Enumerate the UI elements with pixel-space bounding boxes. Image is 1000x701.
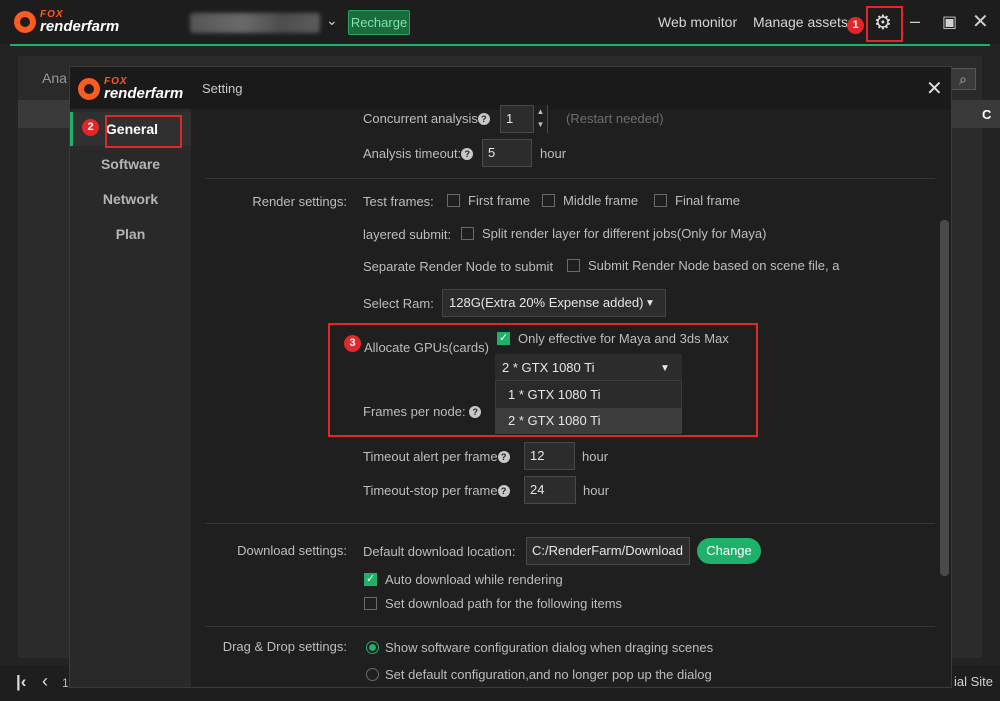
analysis-timeout-label: Analysis timeout:? bbox=[363, 146, 474, 161]
auto-download-label: Auto download while rendering bbox=[385, 572, 563, 587]
first-page-icon[interactable]: |‹ bbox=[16, 672, 26, 692]
account-name-blurred[interactable] bbox=[190, 13, 320, 33]
show-dialog-label: Show software configuration dialog when … bbox=[385, 640, 714, 655]
gpu-dropdown-list: 1 * GTX 1080 Ti 2 * GTX 1080 Ti bbox=[495, 380, 682, 434]
recharge-button[interactable]: Recharge bbox=[348, 10, 410, 35]
sidebar-item-network[interactable]: Network bbox=[70, 182, 191, 216]
dialog-title: Setting bbox=[202, 81, 243, 96]
help-icon[interactable]: ? bbox=[461, 148, 474, 160]
restart-needed-note: (Restart needed) bbox=[566, 111, 664, 126]
download-settings-label: Download settings: bbox=[237, 543, 347, 558]
render-settings-label: Render settings: bbox=[252, 194, 347, 209]
show-dialog-radio[interactable] bbox=[366, 641, 379, 654]
background-column-header: C bbox=[982, 107, 992, 122]
ram-select-value: 128G(Extra 20% Expense added) bbox=[449, 295, 644, 310]
final-frame-checkbox[interactable] bbox=[654, 194, 667, 207]
analysis-timeout-input[interactable]: 5 bbox=[482, 139, 532, 167]
timeout-alert-unit: hour bbox=[582, 449, 609, 464]
change-location-button[interactable]: Change bbox=[697, 538, 761, 564]
official-site-link[interactable]: ial Site bbox=[954, 674, 993, 689]
gpu-select-value: 2 * GTX 1080 Ti bbox=[502, 360, 595, 375]
concurrent-analysis-label: Concurrent analysis? bbox=[363, 111, 490, 126]
chevron-down-icon[interactable]: ⌄ bbox=[326, 12, 338, 29]
logo-mark-icon bbox=[14, 11, 36, 33]
gpu-effective-checkbox[interactable] bbox=[497, 331, 510, 345]
layered-submit-checkbox[interactable] bbox=[461, 227, 474, 240]
download-location-input[interactable]: C:/RenderFarm/Download bbox=[526, 537, 690, 565]
dialog-close-icon[interactable]: ✕ bbox=[926, 76, 943, 101]
sidebar-item-plan[interactable]: Plan bbox=[70, 217, 191, 251]
search-icon[interactable]: ⌕ bbox=[950, 68, 976, 90]
help-icon[interactable]: ? bbox=[477, 113, 490, 125]
middle-frame-checkbox[interactable] bbox=[542, 194, 555, 207]
background-tab-analysis[interactable]: Ana bbox=[42, 70, 67, 86]
step-badge-2: 2 bbox=[82, 119, 99, 136]
settings-scrollbar[interactable] bbox=[940, 220, 949, 576]
minimize-icon[interactable]: – bbox=[910, 11, 920, 32]
settings-sidebar: General Software Network Plan bbox=[70, 109, 191, 687]
allocate-gpus-label: Allocate GPUs(cards) bbox=[364, 340, 489, 355]
web-monitor-link[interactable]: Web monitor bbox=[658, 14, 737, 30]
dialog-header: FOX renderfarm Setting ✕ bbox=[70, 67, 951, 109]
middle-frame-label: Middle frame bbox=[563, 193, 639, 208]
sidebar-item-software[interactable]: Software bbox=[70, 147, 191, 181]
gpu-option[interactable]: 1 * GTX 1080 Ti bbox=[496, 382, 681, 408]
gear-icon[interactable]: ⚙ bbox=[874, 10, 892, 35]
separate-render-node-checkbox[interactable] bbox=[567, 259, 580, 272]
logo-renderfarm-text: renderfarm bbox=[104, 85, 184, 102]
dragdrop-settings-label: Drag & Drop settings: bbox=[222, 639, 347, 654]
frames-per-node-label: Frames per node: ? bbox=[363, 404, 482, 419]
app-logo: FOX renderfarm bbox=[14, 10, 119, 34]
set-download-path-label: Set download path for the following item… bbox=[385, 596, 623, 611]
gpu-option-selected[interactable]: 2 * GTX 1080 Ti bbox=[496, 408, 681, 434]
divider bbox=[205, 523, 935, 524]
step-badge-3: 3 bbox=[344, 335, 361, 352]
previous-page-icon[interactable]: ‹ bbox=[42, 671, 48, 692]
maximize-icon[interactable]: ▣ bbox=[942, 12, 957, 32]
general-highlight-box bbox=[105, 115, 182, 148]
gpu-effective-note: Only effective for Maya and 3ds Max bbox=[518, 331, 729, 346]
timeout-stop-input[interactable]: 24 bbox=[524, 476, 576, 504]
dialog-logo: FOX renderfarm bbox=[78, 77, 183, 101]
ram-select[interactable]: 128G(Extra 20% Expense added) bbox=[442, 289, 666, 317]
help-icon[interactable]: ? bbox=[469, 406, 482, 418]
timeout-stop-unit: hour bbox=[583, 483, 610, 498]
page-number: 1 bbox=[62, 676, 69, 690]
logo-renderfarm-text: renderfarm bbox=[40, 18, 120, 35]
layered-submit-label: layered submit: bbox=[363, 227, 452, 242]
chevron-down-icon[interactable]: ▼ bbox=[645, 298, 655, 309]
download-location-label: Default download location: bbox=[363, 544, 516, 559]
analysis-timeout-unit: hour bbox=[540, 146, 567, 161]
timeout-alert-label: Timeout alert per frame? bbox=[363, 449, 510, 464]
logo-mark-icon bbox=[78, 78, 100, 100]
divider bbox=[205, 178, 935, 179]
set-download-path-checkbox[interactable] bbox=[364, 597, 377, 610]
timeout-stop-label: Timeout-stop per frame? bbox=[363, 483, 510, 498]
divider bbox=[205, 626, 935, 627]
first-frame-checkbox[interactable] bbox=[447, 194, 460, 207]
set-default-label: Set default configuration,and no longer … bbox=[385, 667, 712, 682]
final-frame-label: Final frame bbox=[675, 193, 741, 208]
first-frame-label: First frame bbox=[468, 193, 531, 208]
timeout-alert-input[interactable]: 12 bbox=[524, 442, 575, 470]
set-default-radio[interactable] bbox=[366, 668, 379, 681]
auto-download-checkbox[interactable] bbox=[364, 572, 377, 586]
separate-render-node-label: Separate Render Node to submit bbox=[363, 259, 554, 274]
app-window: FOX renderfarm ⌄ Recharge Web monitor Ma… bbox=[0, 0, 1000, 701]
test-frames-label: Test frames: bbox=[363, 194, 434, 209]
top-bar-accent-line bbox=[10, 44, 990, 46]
close-icon[interactable]: ✕ bbox=[972, 9, 989, 34]
manage-assets-link[interactable]: Manage assets bbox=[753, 14, 848, 30]
help-icon[interactable]: ? bbox=[497, 451, 510, 463]
step-badge-1: 1 bbox=[847, 17, 864, 34]
separate-render-node-option: Submit Render Node based on scene file, … bbox=[588, 258, 840, 273]
gpu-select[interactable]: 2 * GTX 1080 Ti bbox=[495, 354, 682, 382]
help-icon[interactable]: ? bbox=[497, 485, 510, 497]
chevron-down-icon[interactable]: ▼ bbox=[660, 363, 670, 374]
select-ram-label: Select Ram: bbox=[363, 296, 434, 311]
layered-submit-option: Split render layer for different jobs(On… bbox=[482, 226, 767, 241]
spinner-arrows-icon[interactable]: ▲ ▼ bbox=[533, 105, 547, 133]
